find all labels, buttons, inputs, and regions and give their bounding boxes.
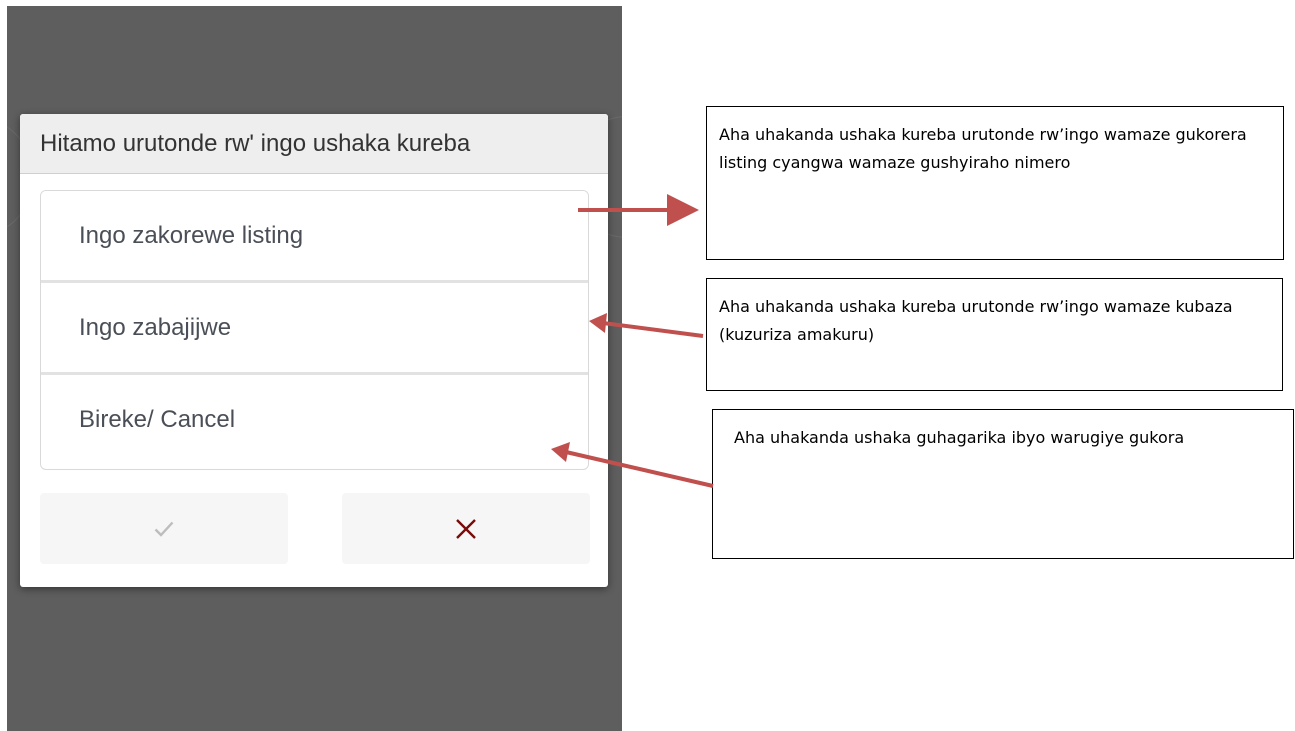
arrow-head: [551, 442, 570, 462]
annotation-arrows: [551, 194, 714, 488]
arrow-pointer: [602, 321, 704, 338]
arrow-pointer: [565, 450, 714, 488]
arrow-head: [589, 313, 607, 333]
